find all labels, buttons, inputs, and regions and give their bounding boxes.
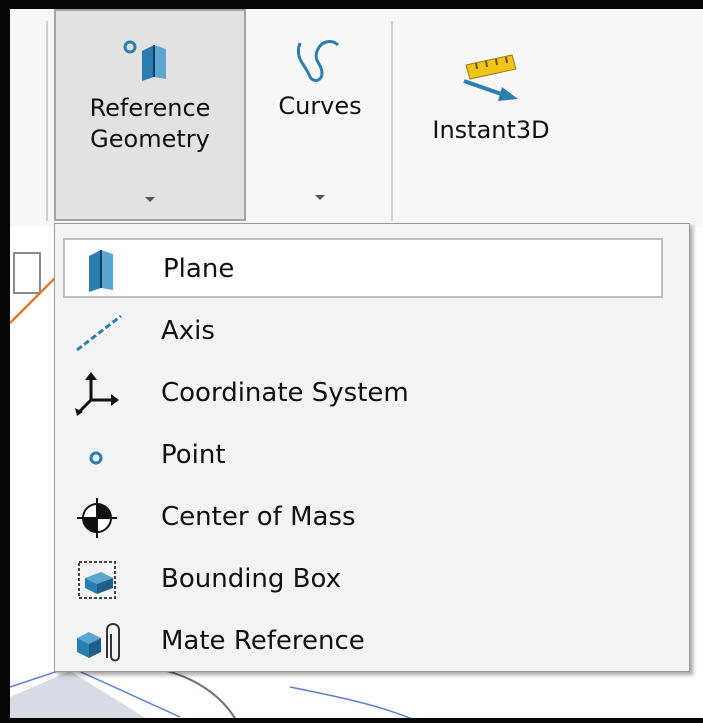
menu-item-label: Mate Reference bbox=[161, 626, 365, 656]
menu-item-point[interactable]: Point bbox=[63, 426, 663, 486]
ribbon-toolbar: Reference Geometry Curves Instant3D bbox=[10, 9, 703, 227]
reference-geometry-menu: Plane Axis Coordinate System Point Cente… bbox=[54, 223, 690, 672]
menu-item-label: Bounding Box bbox=[161, 564, 342, 594]
menu-item-mate-reference[interactable]: Mate Reference bbox=[63, 612, 663, 672]
instant3d-button[interactable]: Instant3D bbox=[406, 9, 576, 221]
mate-reference-icon bbox=[77, 623, 120, 662]
curves-icon bbox=[296, 40, 340, 82]
chevron-down-icon[interactable] bbox=[315, 195, 325, 200]
curves-label: Curves bbox=[278, 92, 362, 120]
bounding-box-icon bbox=[78, 561, 116, 599]
menu-item-label: Point bbox=[161, 440, 226, 470]
menu-item-label: Coordinate System bbox=[161, 378, 409, 408]
reference-geometry-label: Reference Geometry bbox=[89, 94, 211, 153]
instant3d-label: Instant3D bbox=[432, 116, 550, 144]
menu-item-label: Plane bbox=[163, 254, 235, 284]
menu-item-label: Center of Mass bbox=[161, 502, 356, 532]
menu-item-label: Axis bbox=[161, 316, 215, 346]
menu-item-bounding-box[interactable]: Bounding Box bbox=[63, 550, 663, 610]
ribbon-separator bbox=[391, 21, 393, 221]
instant3d-icon bbox=[463, 54, 518, 101]
menu-item-coordinate-system[interactable]: Coordinate System bbox=[63, 364, 663, 424]
coordinate-system-icon bbox=[75, 372, 119, 416]
menu-item-center-of-mass[interactable]: Center of Mass bbox=[63, 488, 663, 548]
screenshot-frame: Reference Geometry Curves Instant3D Plan… bbox=[0, 0, 703, 723]
ribbon-separator bbox=[46, 21, 48, 221]
plane-icon bbox=[89, 250, 113, 292]
chevron-down-icon[interactable] bbox=[145, 197, 155, 202]
center-of-mass-icon bbox=[77, 498, 117, 538]
curves-button[interactable]: Curves bbox=[260, 9, 380, 221]
menu-item-plane[interactable]: Plane bbox=[63, 238, 663, 298]
axis-icon bbox=[76, 314, 122, 352]
point-icon bbox=[89, 451, 103, 465]
reference-geometry-button[interactable]: Reference Geometry bbox=[54, 9, 246, 221]
menu-item-axis[interactable]: Axis bbox=[63, 302, 663, 362]
reference-geometry-icon bbox=[123, 40, 166, 81]
